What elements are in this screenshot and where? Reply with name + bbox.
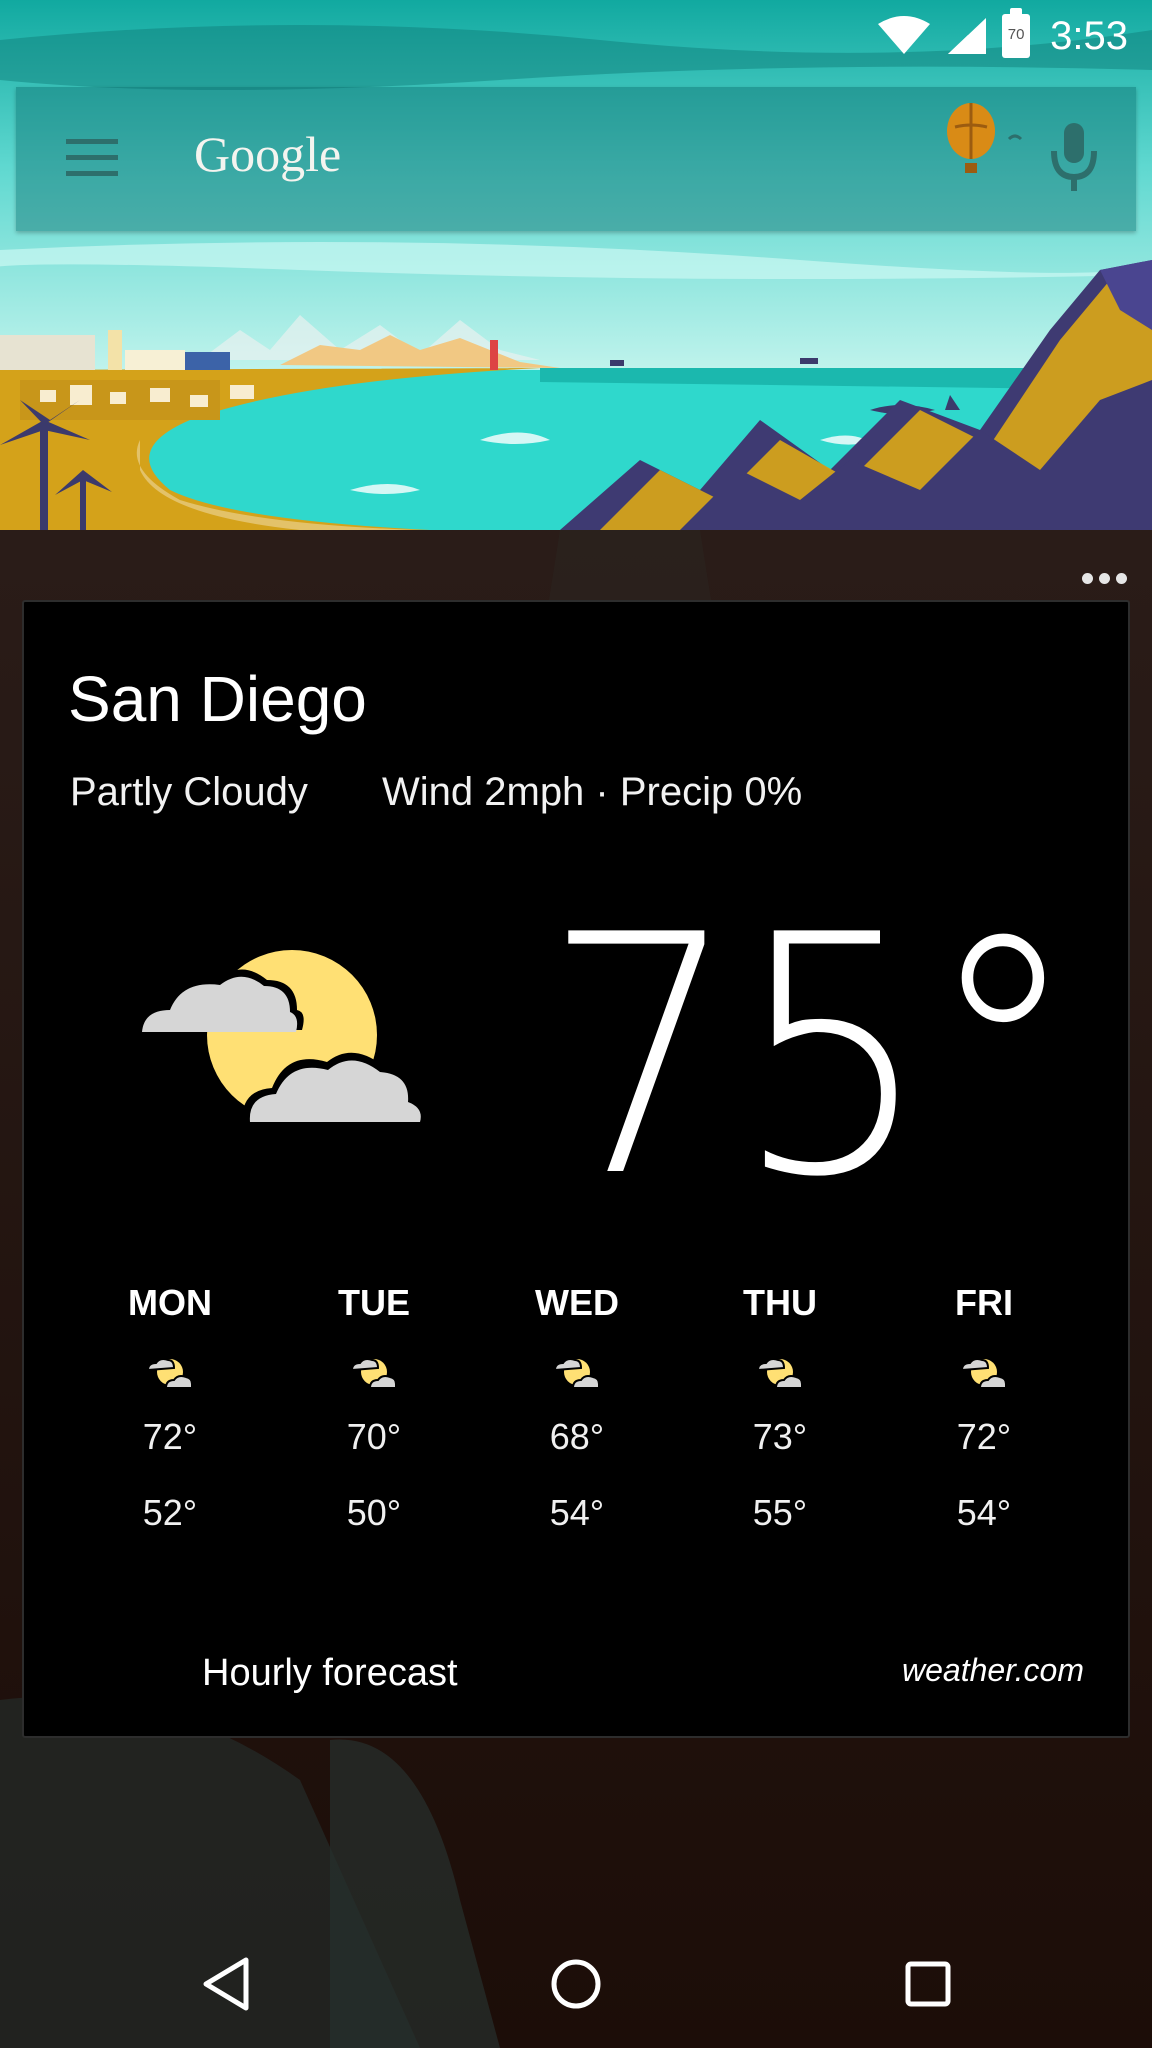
hourly-forecast-link[interactable]: Hourly forecast (202, 1652, 458, 1695)
microphone-icon[interactable] (1046, 121, 1102, 197)
recents-icon[interactable] (898, 1954, 958, 2014)
forecast-high: 68° (549, 1416, 605, 1457)
more-options-icon[interactable] (1082, 566, 1132, 590)
partly-cloudy-icon (756, 1358, 803, 1389)
partly-cloudy-icon (142, 950, 429, 1125)
menu-icon[interactable] (66, 137, 122, 181)
hot-air-balloon-icon (947, 103, 1023, 173)
wifi-icon (878, 16, 931, 54)
forecast-low: 50° (346, 1492, 402, 1533)
weather-source-link[interactable]: weather.com (902, 1652, 1084, 1689)
navigation-bar (0, 1912, 1152, 2048)
forecast-high: 73° (752, 1416, 808, 1457)
weather-details: Wind 2mph · Precip 0% (382, 770, 803, 814)
day-name: TUE (338, 1282, 410, 1323)
forecast-day: TUE 70° 50° (294, 1282, 454, 1534)
battery-icon: 70 (1002, 8, 1031, 58)
forecast-high: 72° (142, 1416, 198, 1457)
forecast-day: WED 68° 54° (497, 1282, 657, 1534)
forecast-low: 52° (142, 1492, 198, 1533)
forecast-high: 70° (346, 1416, 402, 1457)
partly-cloudy-icon (350, 1358, 397, 1389)
status-bar: 70 3:53 (0, 0, 1152, 72)
city-name: San Diego (68, 663, 367, 735)
weather-condition: Partly Cloudy (70, 770, 308, 814)
weather-card[interactable]: San Diego Partly Cloudy Wind 2mph · Prec… (22, 600, 1130, 1738)
forecast-low: 55° (752, 1492, 808, 1533)
signal-icon (948, 18, 987, 54)
forecast-high: 72° (956, 1416, 1012, 1457)
forecast-day: THU 73° 55° (700, 1282, 860, 1534)
battery-level: 70 (1007, 26, 1025, 43)
day-name: MON (128, 1282, 212, 1323)
status-time: 3:53 (1050, 13, 1128, 58)
forecast-day: MON 72° 52° (90, 1282, 250, 1534)
home-icon[interactable] (546, 1954, 606, 2014)
forecast-low: 54° (956, 1492, 1012, 1533)
forecast-low: 54° (549, 1492, 605, 1533)
google-logo: Google (194, 126, 342, 182)
day-name: THU (743, 1282, 817, 1323)
current-temperature: 75° (543, 865, 1080, 1249)
partly-cloudy-icon (553, 1358, 600, 1389)
partly-cloudy-icon (960, 1358, 1007, 1389)
day-name: FRI (955, 1282, 1013, 1323)
search-bar[interactable]: Google (16, 87, 1136, 231)
partly-cloudy-icon (146, 1358, 193, 1389)
forecast-day: FRI 72° 54° (904, 1282, 1064, 1534)
back-icon[interactable] (196, 1954, 256, 2014)
day-name: WED (535, 1282, 619, 1323)
